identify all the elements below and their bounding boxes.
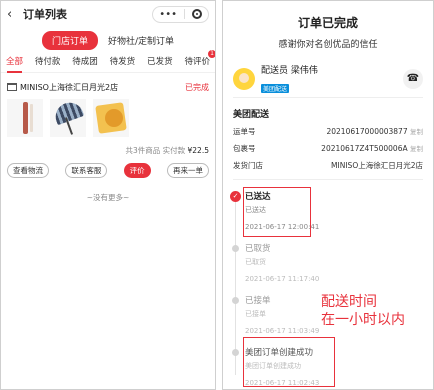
order-list-screen: ‹ 订单列表 ••• 门店订单 好物社/定制订单 全部 待付款 待成团 待发货 … — [0, 0, 216, 390]
package-row: 包裹号 20210617Z4T500006A 复制 — [233, 143, 423, 154]
order-actions: 查看物流 联系客服 评价 再来一单 — [7, 163, 209, 178]
tab-pending-group[interactable]: 待成团 — [72, 55, 98, 72]
order-summary: 共3件商品 实付款 ¥22.5 — [7, 145, 209, 156]
capsule-divider — [184, 9, 185, 19]
tab-pending-review-label: 待评价 — [184, 57, 210, 67]
package-label: 包裹号 — [233, 144, 256, 153]
product-image-snack — [93, 99, 129, 137]
product-image-umbrella — [50, 98, 86, 137]
chevron-left-icon[interactable]: ‹ — [7, 7, 19, 22]
shipping-store-row: 发货门店 MINISO上海徐汇日月光2店 — [233, 160, 423, 171]
page-title: 订单列表 — [23, 8, 67, 21]
courier-avatar — [233, 67, 255, 90]
order-status-title: 订单已完成 — [297, 16, 358, 30]
annotation-line-2: 在一小时以内 — [321, 312, 405, 328]
order-type-switch: 门店订单 好物社/定制订单 — [1, 30, 215, 50]
target-icon[interactable] — [192, 9, 202, 19]
more-dots-icon[interactable]: ••• — [159, 9, 177, 20]
waybill-row: 运单号 20210617000003877 复制 — [233, 126, 423, 137]
status-tabs: 全部 待付款 待成团 待发货 已发货 待评价 1 — [1, 50, 215, 73]
no-more-footer: ~没有更多~ — [86, 193, 130, 202]
view-logistics-button[interactable]: 查看物流 — [7, 163, 49, 178]
delivery-section-title: 美团配送 — [233, 110, 270, 120]
courier-name: 梁伟伟 — [290, 65, 318, 76]
shop-icon — [7, 83, 17, 91]
annotation-note: 配送时间 在一小时以内 — [321, 293, 405, 329]
courier-name-line: 配送员 梁伟伟 — [261, 63, 318, 76]
order-amount: ¥22.5 — [187, 146, 209, 155]
courier-row: 配送员 梁伟伟 美团配送 ☎ — [233, 66, 423, 98]
meituan-tag: 美团配送 — [261, 83, 290, 93]
mini-program-capsule: ••• — [152, 5, 209, 23]
timeline-dot — [232, 245, 239, 252]
segment-store-orders[interactable]: 门店订单 — [41, 30, 98, 50]
copy-package-button[interactable]: 复制 — [410, 145, 423, 153]
segment-custom-orders[interactable]: 好物社/定制订单 — [108, 34, 174, 47]
timeline-dot — [232, 297, 239, 304]
phone-icon[interactable]: ☎ — [403, 68, 423, 89]
section-divider — [233, 179, 423, 180]
order-store-row: MINISO上海徐汇日月光2店 已完成 — [7, 79, 209, 95]
order-status: 已完成 — [185, 82, 209, 92]
courier-role: 配送员 — [261, 65, 289, 76]
product-image-pen — [7, 99, 43, 137]
review-count-badge: 1 — [208, 50, 215, 58]
order-summary-text: 共3件商品 实付款 — [125, 146, 186, 155]
review-button[interactable]: 评价 — [123, 163, 151, 178]
shipping-store-name: MINISO上海徐汇日月光2店 — [331, 161, 423, 170]
tab-pending-review[interactable]: 待评价 1 — [184, 50, 215, 72]
contact-service-button[interactable]: 联系客服 — [65, 163, 108, 178]
shipping-store-label: 发货门店 — [233, 161, 263, 170]
tab-shipped[interactable]: 已发货 — [147, 55, 173, 72]
annotation-box-created — [243, 337, 335, 387]
step-time: 2021-06-17 11:17:40 — [245, 275, 320, 283]
thanks-subtitle: 感谢你对名创优品的信任 — [278, 40, 378, 50]
annotation-box-delivered — [243, 187, 311, 237]
package-number: 20210617Z4T500006A — [321, 144, 408, 153]
store-name: MINISO上海徐汇日月光2店 — [20, 82, 119, 92]
tab-pending-payment[interactable]: 待付款 — [35, 55, 61, 72]
product-thumbnails — [7, 98, 209, 139]
order-detail-screen: 订单已完成 感谢你对名创优品的信任 配送员 梁伟伟 美团配送 ☎ 美团配送 运单… — [222, 0, 434, 390]
reorder-button[interactable]: 再来一单 — [166, 163, 209, 178]
step-title: 已取货 — [245, 244, 271, 254]
nav-bar: ‹ 订单列表 ••• — [1, 1, 215, 27]
timeline-step-picked-up: 已取货 已取货 2021-06-17 11:17:40 — [232, 242, 433, 294]
waybill-number: 20210617000003877 — [326, 127, 408, 136]
step-desc: 已取货 — [245, 258, 266, 266]
tab-all[interactable]: 全部 — [6, 55, 23, 73]
timeline-dot — [232, 349, 239, 356]
check-icon: ✓ — [230, 191, 241, 202]
tab-pending-ship[interactable]: 待发货 — [110, 55, 136, 72]
waybill-label: 运单号 — [233, 127, 256, 136]
courier-info: 配送员 梁伟伟 美团配送 — [261, 63, 318, 95]
annotation-line-1: 配送时间 — [321, 294, 377, 310]
copy-waybill-button[interactable]: 复制 — [410, 128, 423, 136]
order-card[interactable]: MINISO上海徐汇日月光2店 已完成 共3件商品 实付款 ¥22.5 查看物流… — [7, 79, 209, 178]
